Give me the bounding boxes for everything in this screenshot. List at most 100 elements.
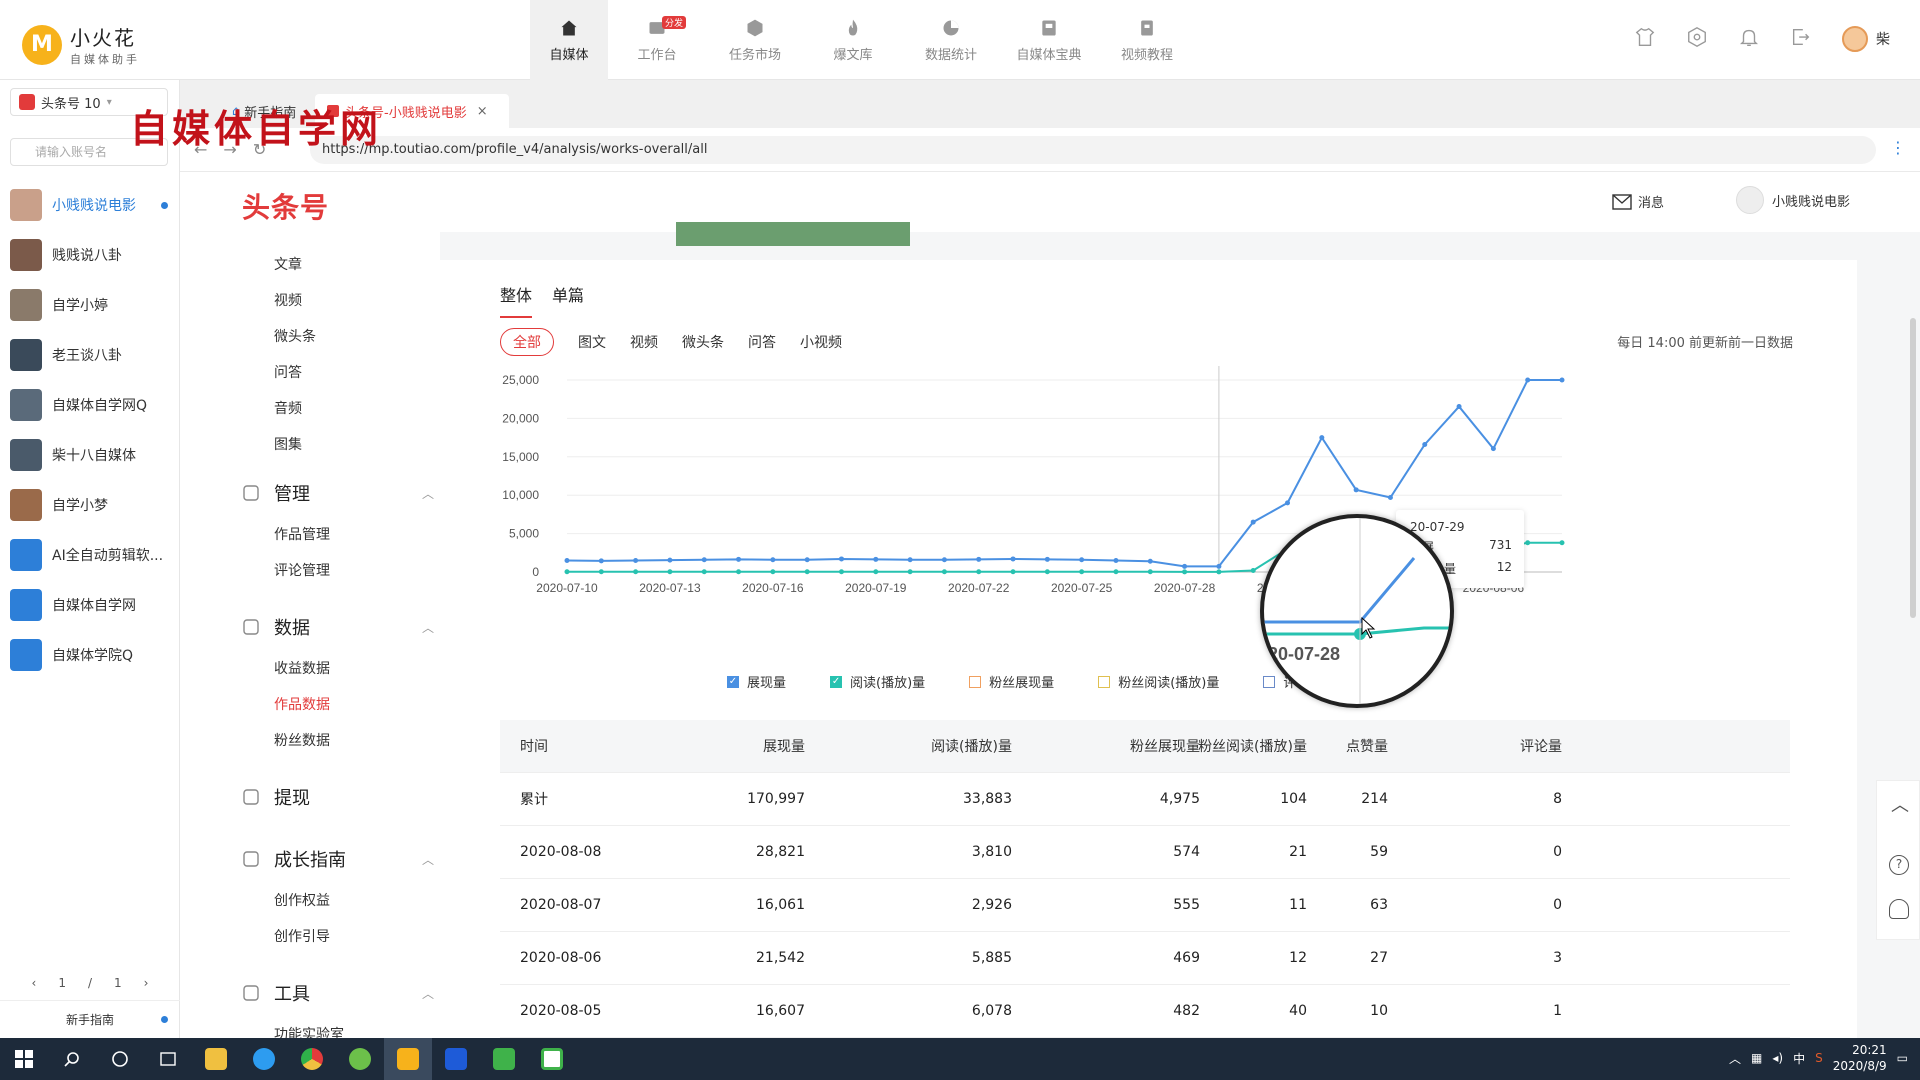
account-item[interactable]: 自媒体学院Q — [0, 630, 180, 680]
nav-group-3[interactable]: 成长指南 ︿ — [242, 846, 434, 872]
data-point — [1216, 569, 1222, 575]
sogou-icon[interactable]: S — [1815, 1051, 1823, 1065]
nav-sub-item[interactable]: 收益数据 — [274, 658, 330, 678]
nav-sub-item[interactable]: 视频 — [274, 290, 302, 310]
shirt-icon[interactable] — [1634, 26, 1656, 52]
nav-sub-item[interactable]: 创作引导 — [274, 926, 330, 946]
task-view-icon[interactable] — [144, 1038, 192, 1080]
nav-sub-item[interactable]: 评论管理 — [274, 560, 330, 580]
more-options-icon[interactable]: ⋮ — [1890, 138, 1906, 157]
line-chart[interactable]: 0 5,000 10,000 15,000 20,000 25,000 2020-07-10… — [497, 366, 1837, 666]
legend-item[interactable]: ✓ 阅读(播放)量 — [830, 672, 925, 691]
content-tab-single[interactable]: 单篇 — [552, 282, 584, 306]
camtasia-recorder-icon[interactable] — [528, 1038, 576, 1080]
account-item[interactable]: 老王谈八卦 — [0, 330, 180, 380]
search-icon[interactable] — [48, 1038, 96, 1080]
account-guide-link[interactable]: 新手指南 — [0, 1000, 180, 1038]
tray-chevron-icon[interactable]: ︿ — [1729, 1050, 1741, 1067]
next-page-button[interactable]: › — [144, 976, 149, 990]
back-to-top-icon[interactable]: ︿ — [1891, 791, 1909, 817]
nav-item-2[interactable]: 任务市场 — [706, 0, 804, 80]
notification-icon[interactable]: ▭ — [1897, 1051, 1908, 1065]
file-explorer-icon[interactable] — [192, 1038, 240, 1080]
x-tick-label: 2020-07-16 — [742, 581, 804, 595]
account-item[interactable]: 自学小婷 — [0, 280, 180, 330]
legend-item[interactable]: 粉丝阅读(播放)量 — [1098, 672, 1219, 691]
nav-group-1[interactable]: 数据 ︿ — [242, 614, 434, 640]
account-avatar — [10, 239, 42, 271]
table-cell: 6,078 — [971, 1003, 1012, 1019]
app-logo[interactable]: M 小火花 自媒体助手 — [22, 22, 140, 67]
nav-sub-item[interactable]: 问答 — [274, 362, 302, 382]
data-point — [736, 569, 742, 575]
url-input[interactable]: https://mp.toutiao.com/profile_v4/analys… — [310, 136, 1876, 164]
nav-item-3[interactable]: 爆文库 — [804, 0, 902, 80]
nav-item-5[interactable]: 自媒体宝典 — [1000, 0, 1098, 80]
account-item[interactable]: 贱贱说八卦 — [0, 230, 180, 280]
system-clock[interactable]: 20:21 2020/8/9 — [1833, 1042, 1887, 1074]
legend-item[interactable]: ✓ 展现量 — [727, 672, 786, 691]
message-link[interactable]: 消息 — [1612, 192, 1664, 211]
account-item[interactable]: 自媒体自学网 — [0, 580, 180, 630]
ime-icon[interactable]: 中 — [1793, 1050, 1805, 1067]
account-item[interactable]: 自媒体自学网Q — [0, 380, 180, 430]
account-item[interactable]: 柴十八自媒体 — [0, 430, 180, 480]
nav-group-2[interactable]: 提现 — [242, 784, 310, 810]
chrome-icon[interactable] — [288, 1038, 336, 1080]
nav-sub-item[interactable]: 作品管理 — [274, 524, 330, 544]
network-icon[interactable]: ▦ — [1751, 1051, 1762, 1065]
cortana-icon[interactable] — [96, 1038, 144, 1080]
nav-sub-item[interactable]: 作品数据 — [274, 694, 330, 714]
nav-group-0[interactable]: 管理 ︿ — [242, 480, 434, 506]
legend-item[interactable]: 粉丝展现量 — [969, 672, 1054, 691]
speaker-icon[interactable]: ◂) — [1772, 1051, 1783, 1065]
filter-3[interactable]: 微头条 — [682, 332, 724, 352]
close-tab-button[interactable]: × — [477, 104, 488, 119]
bell-icon[interactable] — [1738, 26, 1760, 52]
prev-page-button[interactable]: ‹ — [32, 976, 37, 990]
nav-item-0[interactable]: 自媒体 — [530, 0, 608, 80]
nav-sub-item[interactable]: 微头条 — [274, 326, 316, 346]
headset-icon[interactable] — [1889, 899, 1909, 919]
page-scrollbar[interactable] — [1910, 318, 1916, 618]
app-green-icon[interactable] — [336, 1038, 384, 1080]
x-tick-label: 2020-07-19 — [845, 581, 907, 595]
settings-icon[interactable] — [1686, 26, 1708, 52]
brand-title[interactable]: 头条号 — [242, 186, 329, 226]
nav-sub-item[interactable]: 粉丝数据 — [274, 730, 330, 750]
nav-item-4[interactable]: 数据统计 — [902, 0, 1000, 80]
fire-icon — [843, 18, 863, 38]
account-item[interactable]: 自学小梦 — [0, 480, 180, 530]
user-avatar[interactable] — [1842, 26, 1868, 52]
content-tab-overall[interactable]: 整体 — [500, 282, 533, 318]
filter-5[interactable]: 小视频 — [800, 332, 842, 352]
table-cell: 214 — [1361, 791, 1388, 807]
nav-item-6[interactable]: 视频教程 — [1098, 0, 1196, 80]
xiaohuohua-taskbar-icon[interactable] — [384, 1038, 432, 1080]
data-point — [1182, 569, 1188, 575]
chevron-up-icon: ︿ — [422, 620, 435, 635]
account-avatar — [10, 339, 42, 371]
account-item[interactable]: AI全自动剪辑软... — [0, 530, 180, 580]
filter-0[interactable]: 全部 — [500, 328, 554, 356]
top-user-name[interactable]: 柴 — [1876, 29, 1890, 49]
nav-sub-item[interactable]: 文章 — [274, 254, 302, 274]
page-user-name: 小贱贱说电影 — [1772, 194, 1851, 210]
app-blue-icon[interactable] — [432, 1038, 480, 1080]
page-user[interactable]: 小贱贱说电影 — [1736, 186, 1850, 214]
filter-1[interactable]: 图文 — [578, 332, 606, 352]
camtasia-icon[interactable] — [480, 1038, 528, 1080]
exit-icon[interactable] — [1790, 26, 1812, 52]
nav-item-1[interactable]: 工作台 分发 — [608, 0, 706, 80]
account-name: 贱贱说八卦 — [52, 248, 122, 264]
nav-sub-item[interactable]: 创作权益 — [274, 890, 330, 910]
windows-start-icon[interactable] — [0, 1038, 48, 1080]
nav-sub-item[interactable]: 音频 — [274, 398, 302, 418]
qq-browser-icon[interactable] — [240, 1038, 288, 1080]
help-icon[interactable]: ? — [1889, 855, 1909, 875]
filter-4[interactable]: 问答 — [748, 332, 776, 352]
account-item[interactable]: 小贱贱说电影 — [0, 180, 180, 230]
nav-group-4[interactable]: 工具 ︿ — [242, 980, 434, 1006]
nav-sub-item[interactable]: 图集 — [274, 434, 302, 454]
filter-2[interactable]: 视频 — [630, 332, 658, 352]
